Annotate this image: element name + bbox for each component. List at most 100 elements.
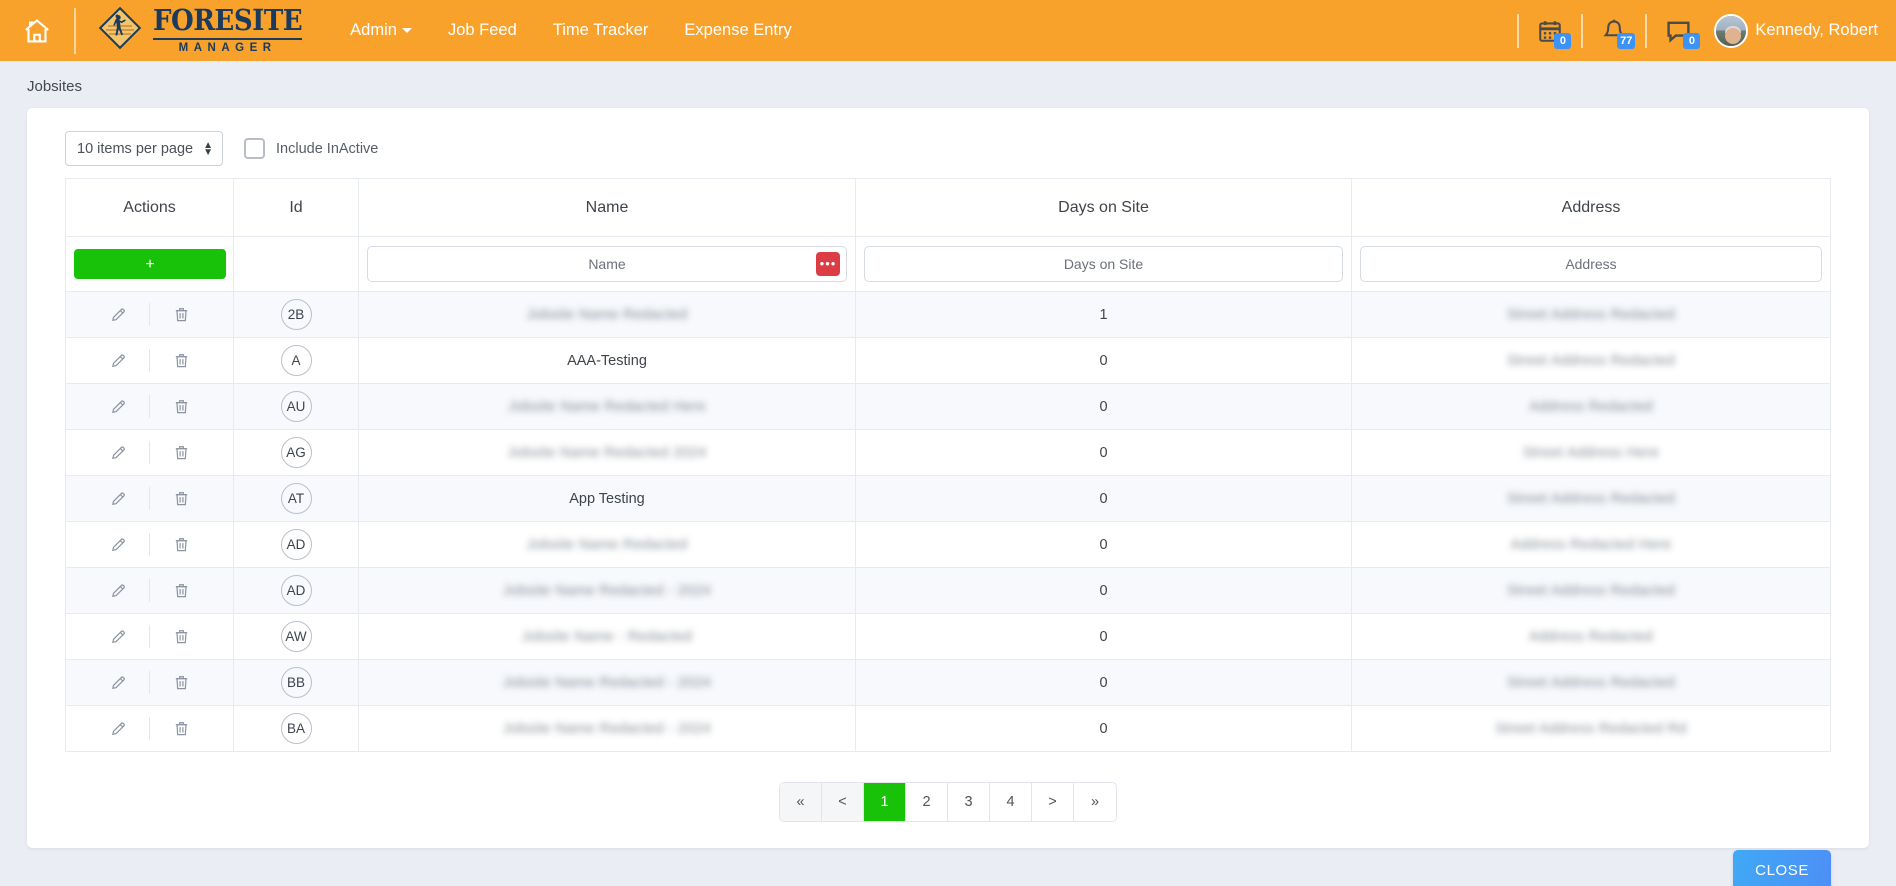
calendar-button[interactable]: 0 [1523,0,1577,61]
edit-row-button[interactable] [87,398,149,415]
id-badge: AT [280,483,312,514]
table-row[interactable]: 2B Jobsite Name Redacted 1 Street Address R… [65,291,1831,338]
delete-row-button[interactable] [150,720,212,737]
nav-link-time-tracker[interactable]: Time Tracker [535,0,667,61]
add-jobsite-button[interactable]: + [74,249,226,279]
brand-logo[interactable]: ForeSite MANAGER [76,0,318,61]
edit-row-button[interactable] [87,674,149,691]
name-filter-options-button[interactable]: ••• [816,252,840,276]
nav-link-job-feed[interactable]: Job Feed [430,0,535,61]
trash-icon [175,400,187,414]
cell-name-text: App Testing [569,490,645,507]
cell-address-redacted: Street Address Redacted Rd [1495,720,1687,737]
table-row[interactable]: AW Jobsite Name - Redacted 0 Address Redact… [65,613,1831,660]
delete-row-button[interactable] [150,444,212,461]
edit-row-button[interactable] [87,352,149,369]
delete-row-button[interactable] [150,582,212,599]
pagination-next[interactable]: > [1032,783,1074,821]
nav-link-expense-entry[interactable]: Expense Entry [666,0,809,61]
edit-row-button[interactable] [87,306,149,323]
id-badge: A [280,345,312,376]
delete-row-button[interactable] [150,536,212,553]
table-row[interactable]: BA Jobsite Name Redacted - 2024 0 Street Ad… [65,705,1831,752]
delete-row-button[interactable] [150,352,212,369]
table-row[interactable]: AD Jobsite Name Redacted - 2024 0 Street Ad… [65,567,1831,614]
avatar[interactable] [1714,13,1749,48]
delete-row-button[interactable] [150,674,212,691]
cell-name-redacted: Jobsite Name Redacted Here [507,398,706,415]
table-header-row: Actions Id Name Days on Site Address [65,178,1831,237]
pencil-icon [111,584,125,597]
filter-cell-id [233,236,359,292]
pagination-page-4[interactable]: 4 [990,783,1032,821]
table-row[interactable]: AU Jobsite Name Redacted Here 0 Address Red… [65,383,1831,430]
filter-cell-name: ••• [358,236,856,292]
items-per-page-select[interactable]: 10 items per page [65,131,223,166]
table-filter-row: + ••• [65,236,1831,292]
cell-name-redacted: Jobsite Name Redacted - 2024 [502,582,712,599]
cell-address: Street Address Redacted [1351,475,1831,522]
cell-actions [65,613,234,660]
table-toolbar: 10 items per page ▲ ▼ Include InActive [27,126,1869,178]
column-header-id[interactable]: Id [233,178,359,237]
include-inactive-toggle[interactable]: Include InActive [244,138,378,159]
cell-id: BA [233,705,359,752]
pagination-page-2[interactable]: 2 [906,783,948,821]
cell-name: Jobsite Name Redacted - 2024 [358,705,856,752]
cell-days-on-site: 1 [855,291,1352,338]
delete-row-button[interactable] [150,628,212,645]
delete-row-button[interactable] [150,398,212,415]
close-button[interactable]: CLOSE [1733,850,1831,886]
table-row[interactable]: A AAA-Testing 0 Street Address Redacted [65,337,1831,384]
notifications-button[interactable]: 77 [1587,0,1641,61]
page-title: Jobsites [27,78,83,95]
pagination-prev[interactable]: < [822,783,864,821]
pagination: « < 1 2 3 4 > » [27,782,1869,822]
pagination-page-3[interactable]: 3 [948,783,990,821]
cell-days-on-site: 0 [855,475,1352,522]
pagination-first[interactable]: « [780,783,822,821]
column-header-address[interactable]: Address [1351,178,1831,237]
column-header-days-on-site[interactable]: Days on Site [855,178,1352,237]
days-on-site-filter-input[interactable] [864,246,1343,282]
home-button[interactable] [0,0,74,61]
delete-row-button[interactable] [150,306,212,323]
navbar-divider [1581,13,1584,48]
cell-address-redacted: Address Redacted [1528,628,1654,645]
cell-name: Jobsite Name Redacted - 2024 [358,659,856,706]
cell-days-on-site: 0 [855,383,1352,430]
id-badge: AG [280,437,312,468]
delete-row-button[interactable] [150,490,212,507]
table-row[interactable]: AT App Testing 0 Street Address Redacted [65,475,1831,522]
table-row[interactable]: BB Jobsite Name Redacted - 2024 0 Street Ad… [65,659,1831,706]
column-header-actions[interactable]: Actions [65,178,234,237]
pagination-page-1[interactable]: 1 [864,783,906,821]
edit-row-button[interactable] [87,720,149,737]
id-badge: BB [280,667,312,698]
cell-id: AD [233,521,359,568]
id-badge: 2B [280,299,312,330]
cell-days-on-site: 0 [855,659,1352,706]
cell-address: Street Address Redacted Rd [1351,705,1831,752]
edit-row-button[interactable] [87,582,149,599]
include-inactive-checkbox[interactable] [244,138,265,159]
edit-row-button[interactable] [87,444,149,461]
cell-days-on-site: 0 [855,521,1352,568]
messages-button[interactable]: 0 [1651,0,1706,61]
nav-link-admin[interactable]: Admin [332,0,430,61]
cell-address: Street Address Redacted [1351,659,1831,706]
edit-row-button[interactable] [87,490,149,507]
cell-name: Jobsite Name Redacted - 2024 [358,567,856,614]
cell-name: Jobsite Name Redacted [358,521,856,568]
edit-row-button[interactable] [87,628,149,645]
address-filter-input[interactable] [1360,246,1822,282]
cell-actions [65,337,234,384]
table-row[interactable]: AG Jobsite Name Redacted 2024 0 Street Addr… [65,429,1831,476]
name-filter-input[interactable] [367,246,847,282]
edit-row-button[interactable] [87,536,149,553]
pagination-last[interactable]: » [1074,783,1116,821]
pencil-icon [111,354,125,367]
column-header-name[interactable]: Name [358,178,856,237]
table-row[interactable]: AD Jobsite Name Redacted 0 Address Redacted… [65,521,1831,568]
cell-name: AAA-Testing [358,337,856,384]
